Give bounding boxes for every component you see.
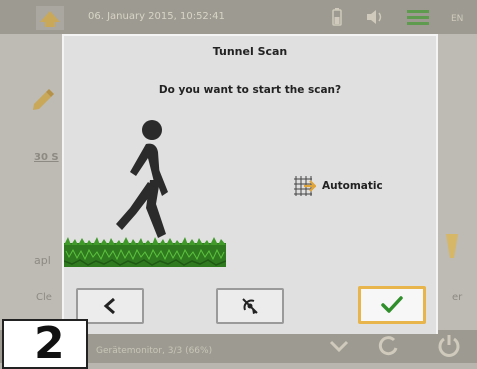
tunnel-scan-dialog: Tunnel Scan Do you want to start the sca… [62, 34, 438, 334]
power-icon[interactable] [436, 332, 462, 358]
skip-sensor-button[interactable] [216, 288, 284, 324]
confirm-button[interactable] [358, 286, 426, 324]
walking-person-icon [116, 120, 168, 238]
language-indicator[interactable]: EN [451, 8, 467, 30]
grid-sensor-icon [294, 176, 316, 196]
crossed-out-sensor-icon [242, 298, 258, 314]
battery-icon [331, 8, 343, 30]
background-label: apl [34, 254, 51, 267]
datetime-display: 06. January 2015, 10:52:41 [88, 11, 225, 22]
menu-icon[interactable] [407, 8, 429, 30]
scan-mode-indicator: Automatic [292, 175, 383, 197]
volume-icon[interactable] [365, 8, 385, 30]
status-icons: EN [331, 8, 467, 30]
chevron-left-icon [103, 297, 115, 315]
pencil-icon [33, 89, 54, 110]
yellow-indicator-icon [446, 234, 458, 258]
grass-image [64, 237, 226, 267]
dialog-title: Tunnel Scan [212, 45, 288, 58]
background-label: er [452, 292, 463, 303]
step-number-badge: 2 [2, 319, 88, 369]
top-status-bar: 06. January 2015, 10:52:41 EN [0, 0, 477, 34]
background-label: Cle [36, 292, 52, 303]
background-value-label: 30 S [34, 152, 59, 163]
scan-mode-label: Automatic [322, 180, 383, 192]
svg-text:EN: EN [451, 14, 463, 24]
dialog-question: Do you want to start the scan? [158, 84, 342, 96]
checkmark-icon [381, 296, 403, 313]
back-arrow-icon[interactable] [378, 336, 400, 356]
chevron-down-icon[interactable] [328, 336, 350, 356]
home-icon[interactable] [36, 6, 64, 30]
bottom-status-text: Gerätemonitor, 3/3 (66%) [96, 346, 213, 356]
step-number: 2 [34, 318, 65, 369]
